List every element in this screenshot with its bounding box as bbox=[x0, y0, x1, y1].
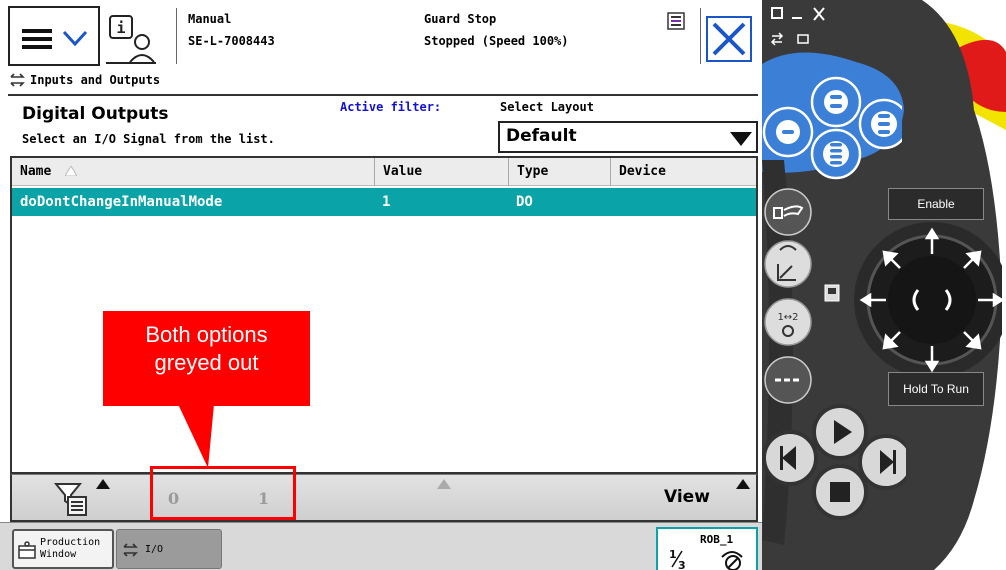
taskbar: Production Window I/O ROB_1 1 3 bbox=[0, 522, 762, 570]
dropdown-arrow-icon bbox=[730, 132, 752, 146]
signal-value: 1 bbox=[382, 194, 391, 210]
maximize-icon bbox=[771, 7, 783, 19]
enable-label: Enable bbox=[917, 197, 955, 211]
column-header-type[interactable]: Type bbox=[508, 158, 610, 186]
menu-up-arrow-icon bbox=[736, 479, 750, 489]
io-arrows-icon bbox=[10, 73, 25, 87]
taskbar-io[interactable]: I/O bbox=[116, 529, 222, 569]
signal-type: DO bbox=[516, 194, 533, 210]
quickset-button[interactable]: ROB_1 1 3 bbox=[656, 527, 758, 570]
enable-device[interactable]: Enable bbox=[888, 188, 984, 220]
column-header-name[interactable]: Name bbox=[12, 158, 374, 186]
joystick[interactable] bbox=[826, 214, 1002, 380]
hold-to-run-label: Hold To Run bbox=[903, 382, 969, 396]
window-title: Inputs and Outputs bbox=[30, 73, 161, 87]
signal-name: doDontChangeInManualMode bbox=[20, 194, 223, 210]
hamburger-icon bbox=[22, 29, 52, 49]
controller-state: Guard Stop bbox=[424, 12, 497, 26]
status-operating-mode[interactable]: Manual SE-L-7008443 bbox=[188, 8, 275, 52]
layout-dropdown-value: Default bbox=[506, 126, 577, 146]
svg-text:1↔2: 1↔2 bbox=[777, 312, 798, 323]
camera-icon bbox=[797, 34, 809, 44]
svg-text:i: i bbox=[116, 19, 125, 37]
window-controls bbox=[770, 7, 825, 46]
task-count-icon: 1 3 bbox=[669, 548, 686, 570]
menu-up-arrow-icon bbox=[96, 479, 110, 489]
usb-port-icon bbox=[824, 284, 840, 302]
command-bar: 0 1 View bbox=[10, 474, 758, 522]
controller-name: SE-L-7008443 bbox=[188, 34, 275, 48]
svg-text:3: 3 bbox=[678, 559, 686, 570]
menu-up-arrow-icon bbox=[437, 479, 451, 489]
annotation-line2: greyed out bbox=[154, 350, 259, 375]
program-state: Stopped (Speed 100%) bbox=[424, 34, 569, 48]
table-row[interactable]: doDontChangeInManualMode 1 DO bbox=[12, 188, 756, 216]
sort-ascending-icon bbox=[65, 166, 78, 176]
production-window-label: Production Window bbox=[40, 537, 100, 561]
production-label-line1: Production bbox=[40, 537, 101, 548]
event-log-icon[interactable] bbox=[667, 12, 685, 30]
production-window-icon bbox=[18, 541, 36, 559]
flexpendant-screen: i Manual SE-L-7008443 Guard Stop Stopped… bbox=[0, 0, 762, 570]
mode-label: Manual bbox=[188, 12, 232, 26]
active-filter-label: Active filter: bbox=[340, 100, 442, 114]
window-title-bar: Inputs and Outputs bbox=[10, 70, 160, 90]
instruction-text: Select an I/O Signal from the list. bbox=[22, 132, 275, 146]
filter-icon[interactable] bbox=[54, 481, 90, 517]
annotation-line1: Both options bbox=[145, 322, 268, 347]
annotation-highlight-box bbox=[150, 466, 296, 520]
taskbar-production-window[interactable]: Production Window bbox=[12, 529, 114, 569]
title-divider bbox=[8, 94, 758, 96]
annotation-callout: Both options greyed out bbox=[103, 311, 310, 406]
section-title: Digital Outputs bbox=[22, 104, 169, 124]
view-button[interactable]: View bbox=[664, 487, 710, 507]
chevron-down-icon bbox=[62, 30, 88, 47]
svg-text:1: 1 bbox=[669, 548, 677, 561]
abb-menu-button[interactable] bbox=[8, 6, 100, 66]
programmable-keys bbox=[762, 76, 902, 180]
table-header: Name Value Type Device bbox=[12, 158, 756, 186]
mechanical-unit-icon bbox=[721, 551, 743, 570]
pendant-hardware: 1↔2 Enable Hold To Run bbox=[762, 0, 1006, 570]
hardware-side-keys: 1↔2 bbox=[764, 188, 812, 404]
column-header-value[interactable]: Value bbox=[374, 158, 508, 186]
mechanical-unit-label: ROB_1 bbox=[700, 533, 734, 546]
close-button[interactable] bbox=[706, 16, 752, 62]
mechanical-unit-key bbox=[764, 188, 812, 236]
production-label-line2: Window bbox=[40, 549, 77, 560]
io-arrows-icon bbox=[123, 543, 138, 557]
status-controller-state[interactable]: Guard Stop Stopped (Speed 100%) bbox=[424, 8, 569, 52]
select-layout-label: Select Layout bbox=[500, 100, 594, 114]
robot-status-icon[interactable]: i bbox=[106, 14, 156, 64]
close-icon bbox=[712, 22, 746, 56]
divider bbox=[176, 8, 177, 64]
program-execution-keys bbox=[762, 404, 906, 520]
column-header-name-label: Name bbox=[20, 164, 52, 179]
io-tab-label: I/O bbox=[145, 544, 164, 555]
divider bbox=[700, 8, 701, 64]
column-header-device[interactable]: Device bbox=[610, 158, 756, 186]
layout-dropdown[interactable]: Default bbox=[498, 121, 758, 153]
